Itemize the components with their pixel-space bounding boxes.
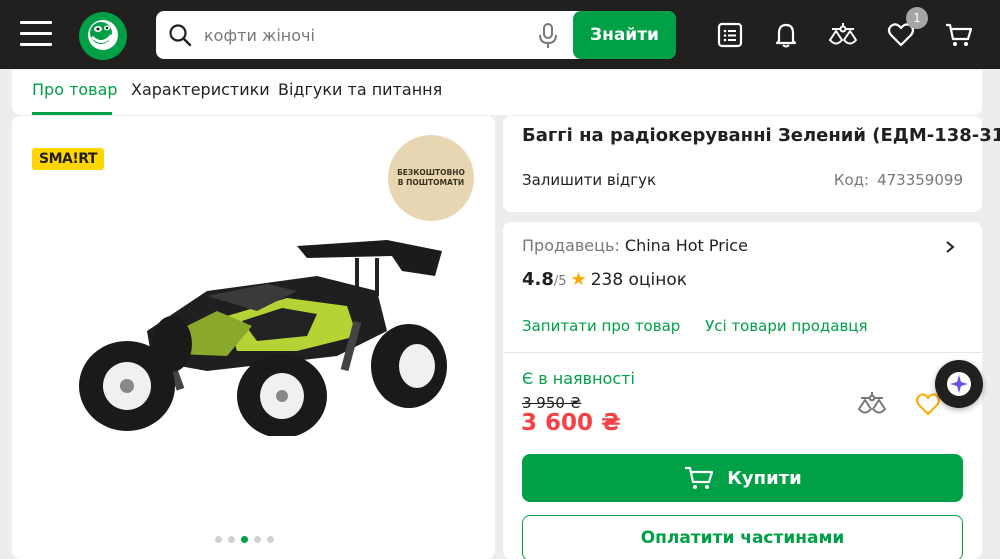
product-code-value: 473359099 — [877, 171, 963, 189]
product-gallery: SMA!RT БЕЗКОШТОВНО В ПОШТОМАТИ — [12, 116, 495, 559]
cart-icon[interactable] — [944, 20, 974, 50]
rating-max: /5 — [553, 274, 567, 289]
seller-name[interactable]: China Hot Price — [625, 236, 748, 255]
compare-scales-icon[interactable] — [828, 20, 858, 50]
cart-count-badge: 1 — [906, 7, 928, 29]
gallery-dot[interactable] — [254, 536, 261, 543]
buy-button[interactable]: Купити — [522, 454, 963, 502]
search-button[interactable]: Знайти — [573, 11, 676, 59]
stock-status: Є в наявності — [522, 369, 635, 388]
ask-about-product-link[interactable]: Запитати про товар — [522, 317, 680, 335]
all-seller-products-link[interactable]: Усі товари продавця — [705, 317, 867, 335]
search-bar: Знайти — [156, 11, 676, 59]
rating-count: 238 оцінок — [590, 270, 688, 290]
product-title: Баггі на радіокеруванні Зелений (ЕДМ-138… — [522, 125, 1000, 146]
catalog-list-icon[interactable] — [715, 20, 745, 50]
search-icon — [169, 24, 192, 47]
purchase-card: Продавець: China Hot Price 4.8/5 ★ 238 оці… — [503, 222, 982, 559]
product-code-label: Код: — [833, 171, 870, 189]
seller-rating: 4.8/5 ★ 238 оцінок — [522, 269, 687, 290]
free-delivery-badge: БЕЗКОШТОВНО В ПОШТОМАТИ — [388, 135, 474, 221]
product-image[interactable] — [57, 236, 457, 436]
ai-assistant-button[interactable] — [935, 360, 983, 408]
star-icon: ★ — [570, 269, 587, 290]
buy-button-label: Купити — [727, 467, 802, 489]
logo[interactable] — [78, 11, 128, 61]
compare-scales-icon[interactable] — [857, 390, 887, 418]
chevron-right-icon[interactable] — [943, 240, 957, 254]
seller-info[interactable]: Продавець: China Hot Price — [522, 236, 748, 255]
menu-icon[interactable] — [20, 21, 52, 49]
search-input[interactable] — [204, 11, 564, 59]
gallery-dot-active[interactable] — [241, 536, 248, 543]
sparkle-chat-icon — [947, 372, 971, 396]
pay-in-installments-button[interactable]: Оплатити частинами — [522, 515, 963, 559]
cart-icon — [685, 466, 714, 489]
product-tabs: Про товар Характеристики Відгуки та пита… — [12, 70, 982, 115]
wheel-rear-right — [152, 316, 192, 372]
tab-about[interactable]: Про товар — [32, 80, 118, 99]
current-price: 3 600 ₴ — [521, 410, 621, 436]
active-tab-indicator — [32, 112, 112, 115]
gallery-pagination — [215, 536, 274, 543]
wheel-front-left — [237, 354, 327, 436]
product-code: Код: 473359099 — [834, 171, 963, 189]
smart-badge: SMA!RT — [32, 148, 104, 170]
tab-reviews[interactable]: Відгуки та питання — [278, 80, 442, 99]
wheel-front-right — [371, 324, 447, 408]
top-header: Знайти 1 — [0, 0, 1000, 69]
seller-links: Запитати про товар Усі товари продавця — [522, 317, 888, 335]
rating-value: 4.8 — [522, 269, 554, 290]
tab-characteristics[interactable]: Характеристики — [131, 80, 270, 99]
gallery-dot[interactable] — [267, 536, 274, 543]
mic-icon[interactable] — [536, 23, 560, 49]
divider — [503, 352, 982, 353]
product-title-card: Баггі на радіокеруванні Зелений (ЕДМ-138… — [503, 116, 1000, 212]
leave-review-link[interactable]: Залишити відгук — [522, 171, 656, 189]
gallery-dot[interactable] — [228, 536, 235, 543]
gallery-dot[interactable] — [215, 536, 222, 543]
seller-label: Продавець: — [522, 236, 620, 255]
bell-icon[interactable] — [771, 20, 801, 50]
